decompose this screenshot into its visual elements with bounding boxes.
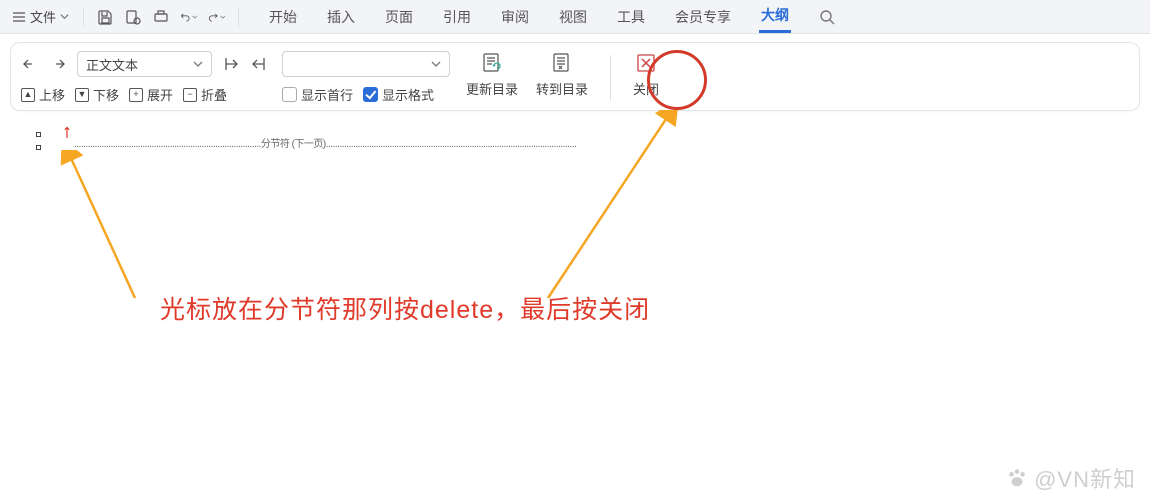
tab-review[interactable]: 审阅 xyxy=(499,0,531,33)
outline-level-select[interactable]: 正文文本 xyxy=(77,51,212,77)
save-icon[interactable] xyxy=(96,8,114,26)
goto-toc-icon xyxy=(551,51,573,75)
separator xyxy=(83,7,84,27)
close-icon xyxy=(636,51,656,75)
outline-level-label: 正文文本 xyxy=(86,55,138,74)
menu-icon xyxy=(12,10,26,24)
arrow-down-icon: ▼ xyxy=(75,88,89,102)
collapse-button[interactable]: − 折叠 xyxy=(183,85,227,104)
show-format-checkbox[interactable]: 显示格式 xyxy=(363,85,434,104)
goto-toc-label: 转到目录 xyxy=(536,79,588,98)
outline-bullet xyxy=(36,145,41,150)
separator xyxy=(238,7,239,27)
file-menu-label: 文件 xyxy=(30,7,56,26)
move-up-label: 上移 xyxy=(39,85,65,104)
show-first-label: 显示首行 xyxy=(301,85,353,104)
update-toc-icon xyxy=(481,51,503,75)
tab-page[interactable]: 页面 xyxy=(383,0,415,33)
separator xyxy=(610,55,611,101)
cursor-marker xyxy=(64,125,70,139)
plus-icon: + xyxy=(129,88,143,102)
quick-access xyxy=(92,8,230,26)
collapse-label: 折叠 xyxy=(201,85,227,104)
watermark-text: @VN新知 xyxy=(1034,462,1136,494)
paw-icon xyxy=(1006,467,1028,489)
tab-outline[interactable]: 大纲 xyxy=(759,0,791,33)
checkbox-unchecked-icon xyxy=(282,87,297,102)
expand-label: 展开 xyxy=(147,85,173,104)
search-icon xyxy=(819,9,835,25)
file-menu[interactable]: 文件 xyxy=(6,5,75,28)
update-toc-label: 更新目录 xyxy=(466,79,518,98)
show-first-line-checkbox[interactable]: 显示首行 xyxy=(282,85,353,104)
ribbon-tabs: 开始 插入 页面 引用 审阅 视图 工具 会员专享 大纲 xyxy=(267,0,837,33)
show-format-label: 显示格式 xyxy=(382,85,434,104)
close-label: 关闭 xyxy=(633,79,659,98)
chevron-down-icon xyxy=(220,13,226,21)
move-up-button[interactable]: ▲ 上移 xyxy=(21,85,65,104)
print-icon[interactable] xyxy=(124,8,142,26)
promote-icon[interactable] xyxy=(21,55,39,73)
top-bar: 文件 开始 插入 页面 引用 审阅 视图 工具 会员专享 大纲 xyxy=(0,0,1150,34)
redo-icon[interactable] xyxy=(208,8,226,26)
show-level-select[interactable] xyxy=(282,51,450,77)
move-down-button[interactable]: ▼ 下移 xyxy=(75,85,119,104)
outline-bullet xyxy=(36,132,41,137)
minus-icon: − xyxy=(183,88,197,102)
outline-ribbon: 正文文本 ▲ 上移 ▼ 下移 + 展开 − xyxy=(10,42,1140,111)
chevron-down-icon xyxy=(431,59,441,69)
chevron-down-icon xyxy=(60,12,69,21)
move-down-label: 下移 xyxy=(93,85,119,104)
tab-search[interactable] xyxy=(817,0,837,33)
chevron-down-icon xyxy=(192,13,198,21)
watermark: @VN新知 xyxy=(1006,462,1136,494)
expand-button[interactable]: + 展开 xyxy=(129,85,173,104)
demote-icon[interactable] xyxy=(49,55,67,73)
undo-icon[interactable] xyxy=(180,8,198,26)
tab-member[interactable]: 会员专享 xyxy=(673,0,733,33)
tab-reference[interactable]: 引用 xyxy=(441,0,473,33)
demote-body-icon[interactable] xyxy=(250,55,268,73)
checkbox-checked-icon xyxy=(363,87,378,102)
annotation-text: 光标放在分节符那列按delete，最后按关闭 xyxy=(160,290,650,326)
update-toc-button[interactable]: 更新目录 xyxy=(464,51,520,98)
chevron-down-icon xyxy=(193,59,203,69)
section-break-line: ........................................… xyxy=(74,135,576,150)
tab-start[interactable]: 开始 xyxy=(267,0,299,33)
promote-heading-icon[interactable] xyxy=(222,55,240,73)
close-outline-button[interactable]: 关闭 xyxy=(631,51,661,98)
goto-toc-button[interactable]: 转到目录 xyxy=(534,51,590,98)
tab-insert[interactable]: 插入 xyxy=(325,0,357,33)
arrow-up-icon: ▲ xyxy=(21,88,35,102)
tab-tools[interactable]: 工具 xyxy=(615,0,647,33)
print-preview-icon[interactable] xyxy=(152,8,170,26)
tab-view[interactable]: 视图 xyxy=(557,0,589,33)
